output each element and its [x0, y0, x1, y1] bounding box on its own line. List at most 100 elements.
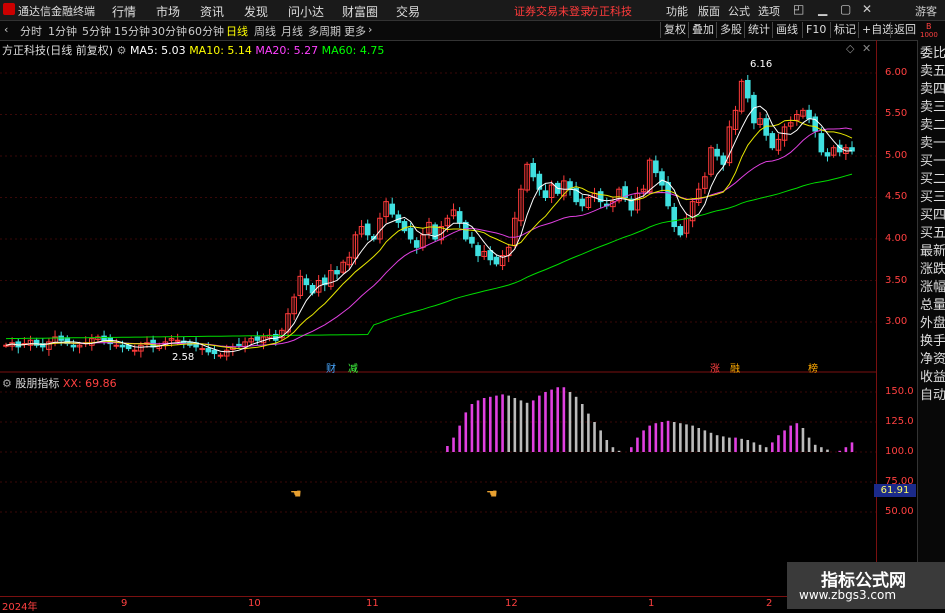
menu-hangqing[interactable]: 行情	[112, 3, 136, 20]
period-toolbar: ‹ 分时 1分钟 5分钟 15分钟 30分钟 60分钟 日线 周线 月线 多周期…	[0, 21, 945, 41]
indicator-name[interactable]: 股朋指标	[15, 377, 59, 390]
stock-title: 方正科技(日线 前复权)	[2, 44, 114, 57]
ma60-label: MA60: 4.75	[321, 44, 385, 57]
side-buy3[interactable]: 买三	[920, 190, 945, 206]
period-1min[interactable]: 1分钟	[48, 23, 77, 39]
side-shouyi[interactable]: 收益	[920, 370, 945, 386]
menu-gongneng[interactable]: 功能	[666, 3, 688, 19]
menu-wenxiaoda[interactable]: 问小达	[288, 3, 324, 20]
menu-gongshi[interactable]: 公式	[728, 3, 750, 19]
period-weekly[interactable]: 周线	[254, 23, 276, 39]
watermark-url: www.zbgs3.com	[799, 588, 897, 602]
side-buy4[interactable]: 买四	[920, 208, 945, 224]
period-fenshi[interactable]: 分时	[20, 23, 42, 39]
candle-body	[413, 240, 420, 248]
btn-huaxian[interactable]: 画线	[772, 22, 801, 38]
ma60-line	[5, 173, 853, 340]
close-icon[interactable]: ✕	[862, 2, 872, 16]
candle-body	[389, 203, 396, 215]
x-tick: 9	[121, 598, 128, 609]
menu-xuanxiang[interactable]: 选项	[758, 3, 780, 19]
side-maisan[interactable]: 卖三	[920, 100, 945, 116]
side-buy2[interactable]: 买二	[920, 172, 945, 188]
candle-body	[671, 206, 678, 228]
side-maier[interactable]: 卖二	[920, 118, 945, 134]
candle-body	[751, 94, 757, 124]
btn-duogu[interactable]: 多股	[716, 22, 745, 38]
period-60min[interactable]: 60分钟	[188, 23, 224, 39]
candle-body	[199, 348, 205, 351]
side-buy5[interactable]: 买五	[920, 226, 945, 242]
ma10-label: MA10: 5.14	[189, 44, 252, 57]
side-zhangfu[interactable]: 涨幅	[920, 280, 945, 296]
period-monthly[interactable]: 月线	[281, 23, 303, 39]
side-top-value: 1000	[920, 31, 938, 39]
indicator-chart[interactable]: ☚ ☚	[0, 374, 876, 596]
menu-shichang[interactable]: 市场	[156, 3, 180, 20]
menubar: 通达信金融终端 行情 市场 资讯 发现 问小达 财富圈 交易 证券交易未登录 方…	[0, 0, 945, 21]
btn-diejia[interactable]: 叠加	[688, 22, 717, 38]
side-zidong[interactable]: 自动	[920, 388, 945, 404]
hand-pointer-icon: ☚	[290, 487, 302, 502]
btn-fuquan[interactable]: 复权	[660, 22, 689, 38]
restore-window-icon[interactable]: ◰	[793, 2, 804, 16]
marker-rong[interactable]: 融	[730, 360, 740, 375]
side-zongliang[interactable]: 总量	[920, 298, 945, 314]
side-zhangdie[interactable]: 涨跌	[920, 262, 945, 278]
minimize-icon[interactable]: ▁	[818, 2, 827, 16]
price-chart[interactable]	[0, 40, 876, 373]
btn-fanhui[interactable]: 返回	[890, 22, 919, 38]
period-5min[interactable]: 5分钟	[82, 23, 111, 39]
indicator-settings-icon[interactable]: ⚙	[2, 377, 12, 390]
panel-close-icon[interactable]: ✕	[862, 42, 871, 55]
ind-y-tick: 150.0	[885, 386, 914, 397]
y-tick: 6.00	[885, 67, 908, 78]
candle-body	[542, 190, 549, 199]
y-tick: 5.50	[885, 108, 908, 119]
btn-tongji[interactable]: 统计	[744, 22, 773, 38]
settings-gear-icon[interactable]: ⚙	[117, 44, 127, 57]
app-logo-icon	[3, 3, 15, 15]
btn-biaoji[interactable]: 标记	[830, 22, 859, 38]
side-huanshou[interactable]: 换手	[920, 334, 945, 350]
side-maiyi[interactable]: 卖一	[920, 136, 945, 152]
menu-banmian[interactable]: 版面	[698, 3, 720, 19]
marker-cai[interactable]: 财	[326, 360, 336, 375]
low-price-label: 2.58	[172, 352, 195, 363]
period-30min[interactable]: 30分钟	[151, 23, 187, 39]
side-zuixin[interactable]: 最新	[920, 244, 945, 260]
expand-diamond-icon[interactable]: ◇	[846, 42, 854, 55]
menu-faxian[interactable]: 发现	[244, 3, 268, 20]
menu-caifuquan[interactable]: 财富圈	[342, 3, 378, 20]
side-waipan[interactable]: 外盘	[920, 316, 945, 332]
candle-body	[456, 211, 463, 223]
period-15min[interactable]: 15分钟	[114, 23, 150, 39]
candle-body	[475, 245, 481, 257]
marker-zhang[interactable]: 涨	[710, 360, 720, 375]
menu-jiaoyi[interactable]: 交易	[396, 3, 420, 20]
side-maisi[interactable]: 卖四	[920, 82, 945, 98]
collapse-icon[interactable]: ‹	[4, 23, 8, 36]
side-jingzi[interactable]: 净资	[920, 352, 945, 368]
period-daily[interactable]: 日线	[226, 23, 248, 39]
high-price-label: 6.16	[750, 59, 773, 70]
x-tick: 2	[766, 598, 773, 609]
side-maiwu[interactable]: 卖五	[920, 64, 945, 80]
marker-bang[interactable]: 榜	[808, 360, 818, 375]
candle-body	[205, 348, 212, 353]
maximize-icon[interactable]: ▢	[840, 2, 851, 16]
side-weibi[interactable]: 委比	[920, 46, 945, 62]
stock-short-name: 方正科技	[588, 5, 632, 18]
marker-jian[interactable]: 减	[348, 360, 358, 375]
candle-body	[211, 349, 218, 355]
menu-zixun[interactable]: 资讯	[200, 3, 224, 20]
period-multi[interactable]: 多周期	[308, 23, 341, 39]
guest-label[interactable]: 游客	[915, 3, 937, 19]
period-more[interactable]: 更多	[344, 23, 366, 39]
login-warning[interactable]: 证券交易未登录	[514, 3, 591, 19]
more-chevron-icon[interactable]: ›	[368, 23, 372, 36]
side-top-label: B	[926, 22, 932, 31]
candle-body	[714, 148, 720, 157]
side-buy1[interactable]: 买一	[920, 154, 945, 170]
btn-f10[interactable]: F10	[802, 22, 829, 38]
